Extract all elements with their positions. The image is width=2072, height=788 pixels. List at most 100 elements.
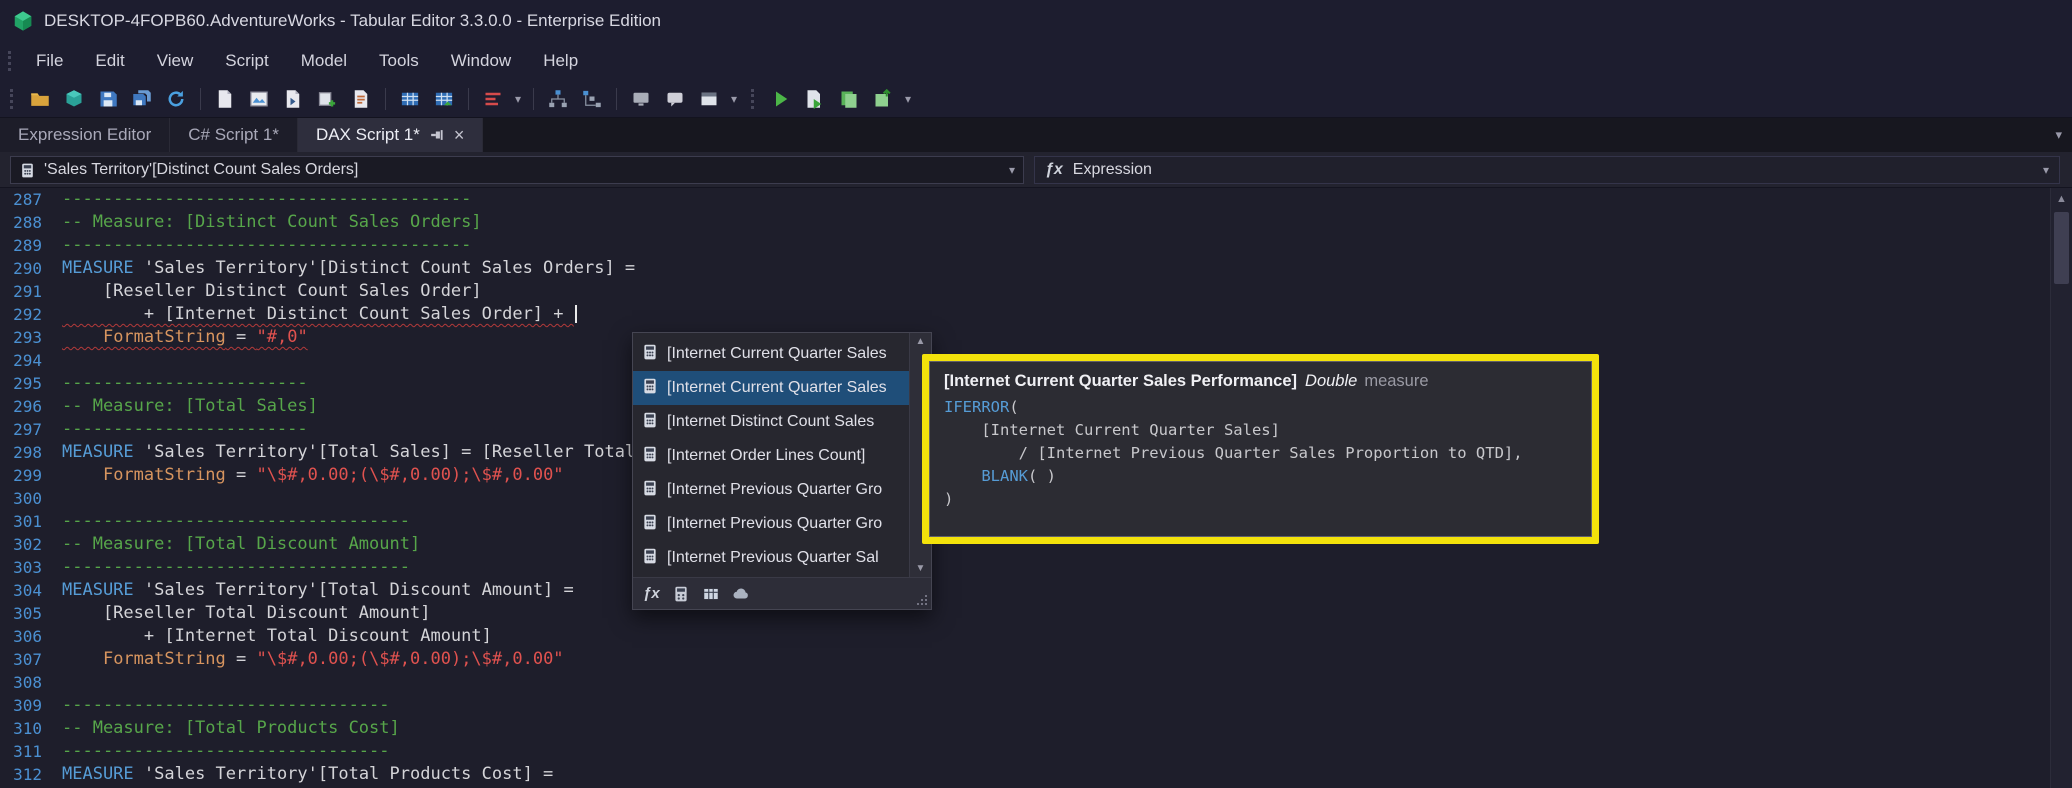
code-line[interactable]: 292 + [Internet Distinct Count Sales Ord… xyxy=(0,303,2050,326)
code-line[interactable]: 311 -------------------------------- xyxy=(0,740,2050,763)
intellisense-item[interactable]: [Internet Distinct Count Sales xyxy=(633,405,931,439)
code-line[interactable]: 291 [Reseller Distinct Count Sales Order… xyxy=(0,280,2050,303)
measure-icon xyxy=(641,343,659,366)
measures-filter-icon[interactable] xyxy=(672,585,690,603)
intellisense-item[interactable]: [Internet Previous Quarter Gro xyxy=(633,473,931,507)
open-model-button[interactable] xyxy=(58,84,90,114)
dependencies-button[interactable] xyxy=(542,84,574,114)
code-text: -- Measure: [Distinct Count Sales Orders… xyxy=(62,212,482,232)
menu-script[interactable]: Script xyxy=(209,42,284,80)
intellisense-item[interactable]: [Internet Previous Quarter Gro xyxy=(633,507,931,541)
pin-tab-icon[interactable] xyxy=(430,128,444,142)
editor-scrollbar[interactable]: ▲ xyxy=(2050,188,2072,788)
diagram-view-button[interactable] xyxy=(243,84,275,114)
tooltip-code-line: ) xyxy=(944,490,954,508)
dax-query-button[interactable] xyxy=(277,84,309,114)
tab-dax-script[interactable]: DAX Script 1* × xyxy=(297,118,484,152)
scroll-down-arrow-icon[interactable]: ▼ xyxy=(916,563,926,574)
window-layout-button[interactable] xyxy=(693,84,725,114)
export-table-button[interactable] xyxy=(428,84,460,114)
menu-file[interactable]: File xyxy=(20,42,79,80)
menu-help[interactable]: Help xyxy=(527,42,594,80)
macro-script-button[interactable] xyxy=(345,84,377,114)
code-line[interactable]: 309 -------------------------------- xyxy=(0,694,2050,717)
code-text: + [Internet Total Discount Amount] xyxy=(62,626,492,646)
code-text: ------------------------ xyxy=(62,419,308,439)
open-file-button[interactable] xyxy=(24,84,56,114)
code-line[interactable]: 312 MEASURE 'Sales Territory'[Total Produ… xyxy=(0,763,2050,786)
deploy-button[interactable] xyxy=(833,84,865,114)
window-layout-dropdown-chevron[interactable]: ▾ xyxy=(727,92,741,106)
menu-window[interactable]: Window xyxy=(435,42,527,80)
expression-property-combobox[interactable]: ƒx Expression ▾ xyxy=(1034,156,2060,184)
tab-overflow-chevron-icon[interactable]: ▾ xyxy=(2055,118,2062,152)
scroll-up-arrow-icon[interactable]: ▲ xyxy=(916,336,926,347)
app-window: DESKTOP-4FOPB60.AdventureWorks - Tabular… xyxy=(0,0,2072,788)
functions-filter-icon[interactable]: ƒx xyxy=(643,585,660,602)
table-import-icon xyxy=(401,92,419,105)
window-icon xyxy=(701,92,717,105)
fx-icon: ƒx xyxy=(1045,161,1063,178)
measure-selector-chevron-icon[interactable]: ▾ xyxy=(1009,163,1015,177)
code-line[interactable]: 290 MEASURE 'Sales Territory'[Distinct Co… xyxy=(0,257,2050,280)
line-number: 292 xyxy=(13,305,42,324)
intellisense-item[interactable]: [Internet Order Lines Count] xyxy=(633,439,931,473)
save-all-button[interactable] xyxy=(126,84,158,114)
format-dax-button[interactable] xyxy=(477,84,509,114)
publish-button[interactable] xyxy=(867,84,899,114)
line-number: 298 xyxy=(13,443,42,462)
scrollbar-thumb[interactable] xyxy=(2054,212,2069,284)
save-icon xyxy=(100,91,117,106)
columns-filter-icon[interactable] xyxy=(702,585,720,603)
code-text: FormatString = "\$#,0.00;(\$#,0.00);\$#,… xyxy=(102,649,564,669)
intellisense-item[interactable]: [Internet Current Quarter Sales xyxy=(633,371,931,405)
tab-csharp-script[interactable]: C# Script 1* xyxy=(170,118,298,152)
menu-edit[interactable]: Edit xyxy=(79,42,140,80)
measure-icon xyxy=(22,163,33,177)
code-line[interactable]: 303 ---------------------------------- xyxy=(0,556,2050,579)
model-cube-icon xyxy=(66,89,82,106)
scroll-up-arrow-icon[interactable]: ▲ xyxy=(2051,188,2072,210)
code-text: MEASURE 'Sales Territory'[Total Products… xyxy=(62,764,554,784)
measure-selector-combobox[interactable]: 'Sales Territory'[Distinct Count Sales O… xyxy=(10,156,1024,184)
expression-property-chevron-icon[interactable]: ▾ xyxy=(2043,163,2049,177)
save-button[interactable] xyxy=(92,84,124,114)
code-line[interactable]: 288 -- Measure: [Distinct Count Sales Ord… xyxy=(0,211,2050,234)
publish-dropdown-chevron[interactable]: ▾ xyxy=(901,92,915,106)
new-script-button[interactable] xyxy=(209,84,241,114)
resize-grip-icon[interactable] xyxy=(916,594,928,606)
line-number: 310 xyxy=(13,719,42,738)
format-dax-dropdown-chevron[interactable]: ▾ xyxy=(511,92,525,106)
code-line[interactable]: 305 [Reseller Total Discount Amount] xyxy=(0,602,2050,625)
menu-view[interactable]: View xyxy=(141,42,210,80)
comment-button[interactable] xyxy=(659,84,691,114)
intellisense-item[interactable]: [Internet Previous Quarter Sal xyxy=(633,541,931,575)
new-measure-button[interactable] xyxy=(311,84,343,114)
code-line[interactable]: 306 + [Internet Total Discount Amount] xyxy=(0,625,2050,648)
code-line[interactable]: 293 FormatString = "#,0" xyxy=(0,326,2050,349)
tab-expression-editor[interactable]: Expression Editor xyxy=(0,118,171,152)
screen-view-button[interactable] xyxy=(625,84,657,114)
hierarchy-button[interactable] xyxy=(576,84,608,114)
menu-tools[interactable]: Tools xyxy=(363,42,435,80)
code-line[interactable]: 308 xyxy=(0,671,2050,694)
intellisense-item-label: [Internet Previous Quarter Sal xyxy=(667,549,879,566)
import-table-button[interactable] xyxy=(394,84,426,114)
intellisense-item[interactable]: [Internet Current Quarter Sales xyxy=(633,337,931,371)
code-line[interactable]: 304 MEASURE 'Sales Territory'[Total Disco… xyxy=(0,579,2050,602)
code-line[interactable]: 307 FormatString = "\$#,0.00;(\$#,0.00);… xyxy=(0,648,2050,671)
code-line[interactable]: 310 -- Measure: [Total Products Cost] xyxy=(0,717,2050,740)
refresh-button[interactable] xyxy=(160,84,192,114)
close-tab-icon[interactable]: × xyxy=(454,126,465,144)
run-button[interactable] xyxy=(765,84,797,114)
code-line[interactable]: 289 -------------------------------------… xyxy=(0,234,2050,257)
intellisense-item-label: [Internet Order Lines Count] xyxy=(667,447,866,464)
line-number: 295 xyxy=(13,374,42,393)
intellisense-item-label: [Internet Current Quarter Sales xyxy=(667,345,887,362)
code-text: ---------------------------------------- xyxy=(62,189,472,209)
tables-filter-icon[interactable] xyxy=(732,585,750,603)
code-line[interactable]: 287 -------------------------------------… xyxy=(0,188,2050,211)
menu-model[interactable]: Model xyxy=(285,42,363,80)
run-script-button[interactable] xyxy=(799,84,831,114)
measure-icon xyxy=(641,513,659,536)
